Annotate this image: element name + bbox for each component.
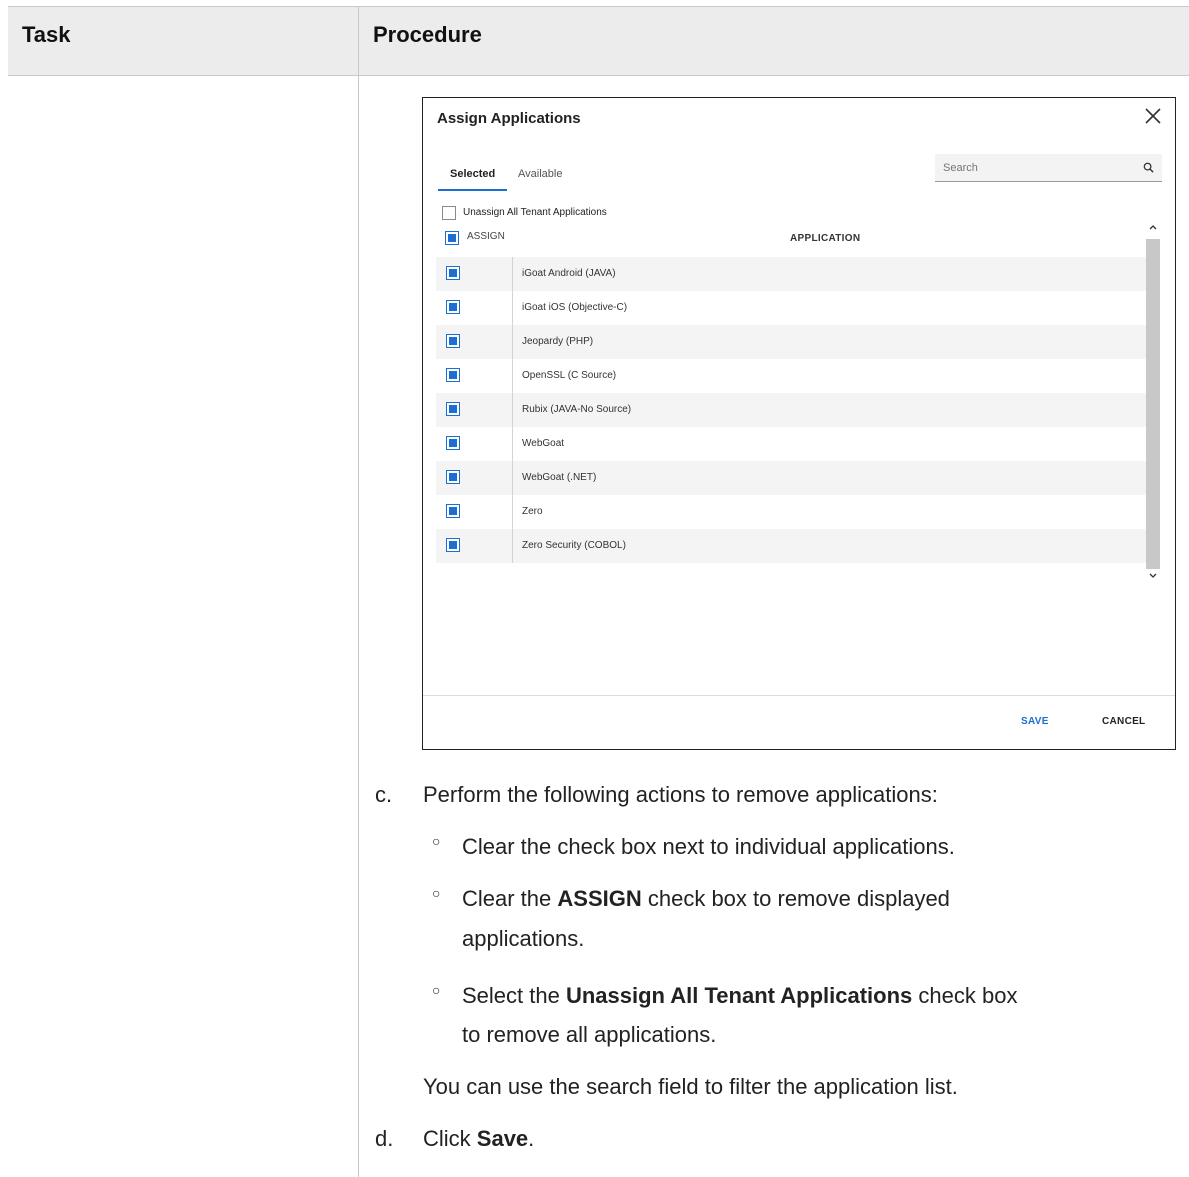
application-name: Rubix (JAVA-No Source) [522,404,632,415]
application-column-header: APPLICATION [790,233,861,244]
row-checkbox[interactable] [446,470,460,484]
assign-applications-dialog: Assign Applications Selected Available U… [422,97,1176,750]
cell-divider [512,257,513,291]
scrollbar[interactable] [1146,239,1160,569]
application-list: iGoat Android (JAVA) iGoat iOS (Objectiv… [436,257,1146,563]
bullet-3-post: check box [912,983,1018,1008]
dialog-title: Assign Applications [437,110,581,127]
table-header-row: Task Procedure [8,6,1189,76]
tab-available[interactable]: Available [518,168,562,180]
table-row: WebGoat [436,427,1146,461]
table-row: Jeopardy (PHP) [436,325,1146,359]
table-row: Zero Security (COBOL) [436,529,1146,563]
search-note: You can use the search field to filter t… [423,1074,958,1099]
row-checkbox[interactable] [446,334,460,348]
step-d-pre: Click [423,1126,477,1151]
step-d-post: . [528,1126,535,1151]
scroll-up-icon[interactable] [1147,221,1159,233]
row-checkbox[interactable] [446,538,460,552]
cancel-button[interactable]: CANCEL [1102,716,1145,727]
search-input[interactable] [935,154,1135,181]
step-c-marker: c. [375,782,393,807]
bullet-2-line1: Clear the ASSIGN check box to remove dis… [462,883,950,915]
cell-divider [512,427,513,461]
active-tab-indicator [438,189,507,191]
row-checkbox[interactable] [446,300,460,314]
bullet-3-line1: Select the Unassign All Tenant Applicati… [462,980,1017,1012]
header-procedure: Procedure [373,22,482,47]
cell-divider [512,495,513,529]
bullet-2-post: check box to remove displayed [641,886,950,911]
table-row: OpenSSL (C Source) [436,359,1146,393]
bullet-3-line2: to remove all applications. [462,1022,717,1047]
bullet-2-line2: applications. [462,926,585,951]
scroll-down-icon[interactable] [1147,570,1159,582]
bullet-marker: ○ [432,885,441,901]
row-checkbox[interactable] [446,402,460,416]
bullet-2-bold: ASSIGN [557,886,642,911]
application-name: iGoat iOS (Objective-C) [522,302,628,313]
cell-divider [512,393,513,427]
table-row: iGoat iOS (Objective-C) [436,291,1146,325]
step-d-marker: d. [375,1126,394,1151]
assign-all-checkbox[interactable] [445,231,459,245]
bullet-3-pre: Select the [462,983,566,1008]
save-button[interactable]: SAVE [1021,716,1049,727]
application-name: Zero [522,506,543,517]
row-checkbox[interactable] [446,504,460,518]
step-d-text: Click Save. [423,1123,534,1155]
footer-divider [423,695,1175,696]
application-name: OpenSSL (C Source) [522,370,617,381]
search-icon[interactable] [1143,162,1154,173]
table-row: WebGoat (.NET) [436,461,1146,495]
step-d-bold: Save [476,1126,529,1151]
cell-divider [512,461,513,495]
table-row: Zero [436,495,1146,529]
bullet-marker: ○ [432,833,441,849]
unassign-all-checkbox[interactable] [442,206,456,220]
unassign-all-label: Unassign All Tenant Applications [463,207,607,218]
application-name: WebGoat [522,438,565,449]
bullet-3-bold: Unassign All Tenant Applications [565,983,913,1008]
bullet-marker: ○ [432,982,441,998]
bullet-1-text: Clear the check box next to individual a… [462,834,955,859]
close-icon[interactable] [1143,106,1163,126]
cell-divider [512,359,513,393]
cell-divider [512,291,513,325]
header-task: Task [22,22,71,47]
cell-divider [512,325,513,359]
bullet-2-pre: Clear the [462,886,558,911]
row-checkbox[interactable] [446,436,460,450]
cell-divider [512,529,513,563]
table-row: iGoat Android (JAVA) [436,257,1146,291]
table-row: Rubix (JAVA-No Source) [436,393,1146,427]
step-c-text: Perform the following actions to remove … [423,782,938,807]
assign-column-header: ASSIGN [467,231,505,242]
column-divider [358,6,359,1177]
application-name: Zero Security (COBOL) [522,540,626,551]
application-name: WebGoat (.NET) [522,472,597,483]
application-name: Jeopardy (PHP) [522,336,594,347]
row-checkbox[interactable] [446,266,460,280]
row-checkbox[interactable] [446,368,460,382]
tab-selected[interactable]: Selected [450,168,495,180]
search-field[interactable] [935,154,1162,182]
application-name: iGoat Android (JAVA) [522,268,616,279]
